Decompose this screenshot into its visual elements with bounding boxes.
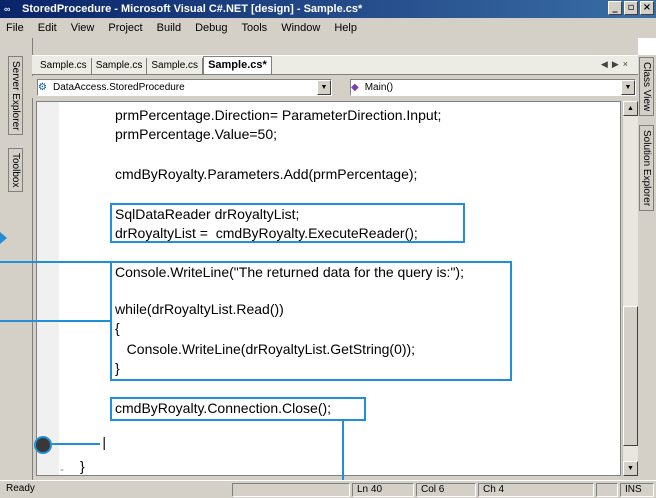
code-line: prmPercentage.Value=50; [115,126,278,142]
menu-debug[interactable]: Debug [188,22,234,34]
callout-line-breakpoint [52,443,100,445]
member-dropdown-value: Main() [364,81,394,93]
chevron-down-icon[interactable]: ▼ [317,79,331,95]
code-line: prmPercentage.Direction= ParameterDirect… [115,107,442,123]
menu-help[interactable]: Help [327,22,364,34]
close-button[interactable]: × [640,1,654,15]
scroll-up-icon[interactable]: ▲ [623,101,638,116]
status-line: Ln 40 [352,483,414,497]
status-empty-panel [232,483,350,497]
server-explorer-tab[interactable]: Server Explorer [8,56,23,136]
maximize-button[interactable]: ▫ [624,1,638,15]
outline-guide: - [60,462,64,476]
tab-close-icon[interactable]: × [623,59,632,69]
right-tool-rail: Class View Solution Explorer [638,55,656,480]
menu-view[interactable]: View [64,22,102,34]
status-col: Col 6 [416,483,476,497]
chevron-down-icon[interactable]: ▼ [621,79,635,95]
class-icon: ⚙ [38,81,47,93]
closing-brace: } [80,458,85,474]
code-nav-bar: ⚙ DataAccess.StoredProcedure ▼ ◆ Main() … [32,76,638,98]
menu-bar: File Edit View Project Build Debug Tools… [0,18,656,38]
tab-sample-cs-3[interactable]: Sample.cs [147,58,204,74]
tab-prev-icon[interactable]: ◀ [601,59,612,69]
class-view-tab[interactable]: Class View [639,57,654,117]
solution-explorer-tab[interactable]: Solution Explorer [639,125,654,212]
tab-navigation: ◀▶× [601,59,632,70]
scroll-thumb[interactable] [623,306,638,446]
menu-project[interactable]: Project [101,22,149,34]
status-text: Ready [6,483,35,494]
text-caret: | [100,436,109,452]
left-tool-rail: Server Explorer Toolbox [0,38,32,480]
minimize-button[interactable]: _ [608,1,622,15]
status-empty-panel-2 [596,483,618,497]
indicator-margin[interactable] [37,102,59,475]
highlight-datareader [110,203,465,243]
highlight-output-loop [110,261,512,381]
tab-sample-cs-2[interactable]: Sample.cs [92,58,148,74]
document-tab-strip: Sample.cs Sample.cs Sample.cs Sample.cs*… [32,55,638,75]
callout-line-loop [0,320,110,322]
tab-sample-cs-1[interactable]: Sample.cs [36,58,92,74]
toolbox-tab[interactable]: Toolbox [8,148,23,193]
code-line: cmdByRoyalty.Parameters.Add(prmPercentag… [115,166,418,182]
menu-build[interactable]: Build [150,22,188,34]
class-dropdown-value: DataAccess.StoredProcedure [52,81,185,93]
status-mode: INS [620,483,654,497]
callout-line-datareader [0,261,110,263]
class-dropdown[interactable]: ⚙ DataAccess.StoredProcedure ▼ [37,78,332,96]
method-icon: ◆ [351,81,359,93]
status-bar: Ready Ln 40 Col 6 Ch 4 INS [0,480,656,498]
window-title: StoredProcedure - Microsoft Visual C#.NE… [22,3,363,15]
member-dropdown[interactable]: ◆ Main() ▼ [350,78,636,96]
menu-window[interactable]: Window [274,22,327,34]
vertical-scrollbar[interactable]: ▲ ▼ [622,101,638,476]
tab-sample-cs-active[interactable]: Sample.cs* [203,56,272,74]
callout-marker-left [0,232,7,244]
status-ch: Ch 4 [478,483,594,497]
title-bar: ∞ StoredProcedure - Microsoft Visual C#.… [0,0,656,18]
menu-file[interactable]: File [0,22,31,34]
scroll-down-icon[interactable]: ▼ [623,461,638,476]
window-controls: _ ▫ × [608,1,654,15]
menu-edit[interactable]: Edit [31,22,64,34]
tab-next-icon[interactable]: ▶ [612,59,623,69]
vs-app-icon: ∞ [4,4,11,14]
highlight-close [110,397,366,421]
menu-tools[interactable]: Tools [235,22,275,34]
breakpoint-icon[interactable] [34,436,52,454]
